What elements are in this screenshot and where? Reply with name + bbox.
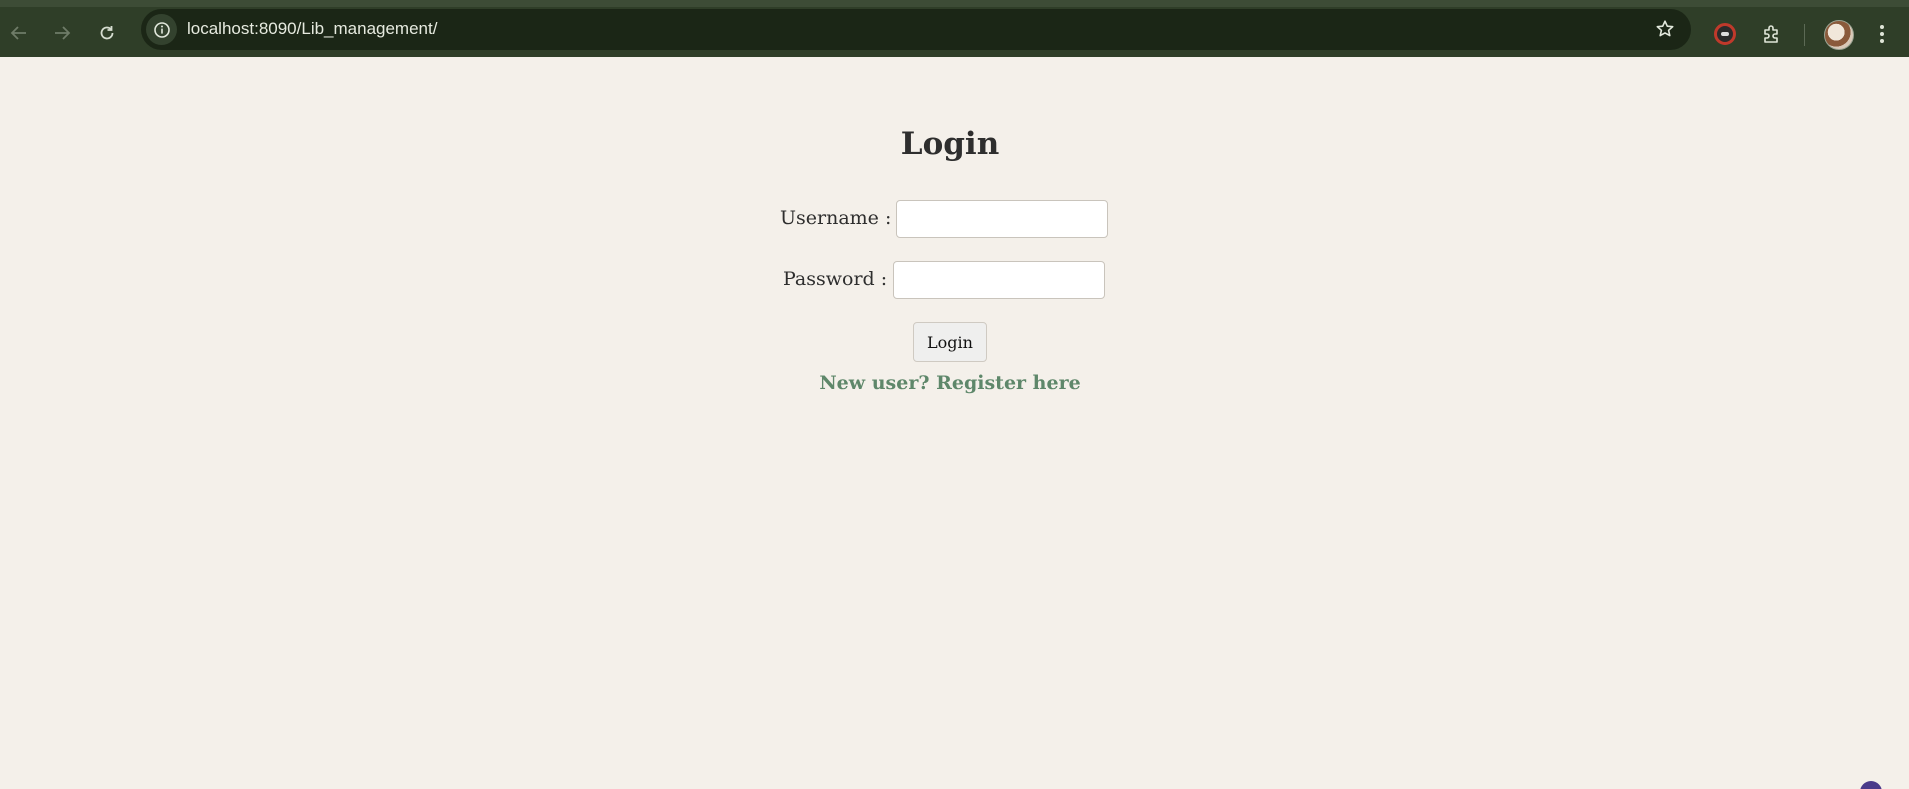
register-link-container: New user? Register here (0, 372, 1900, 394)
site-info-button[interactable] (146, 14, 177, 45)
browser-toolbar: localhost:8090/Lib_management/ (0, 0, 1909, 57)
kebab-menu-icon (1880, 25, 1884, 29)
reload-icon (100, 26, 114, 40)
address-bar[interactable]: localhost:8090/Lib_management/ (141, 9, 1691, 50)
arrow-right-icon (55, 26, 71, 40)
browser-menu-button[interactable] (1870, 20, 1894, 48)
password-label: Password : (783, 268, 888, 290)
extension-icon[interactable] (1714, 23, 1736, 45)
forward-button[interactable] (45, 16, 79, 50)
info-icon (153, 21, 170, 38)
arrow-left-icon (10, 26, 26, 40)
register-link[interactable]: New user? Register here (819, 372, 1080, 394)
extensions-button[interactable] (1758, 20, 1786, 48)
toolbar-divider (1804, 24, 1805, 46)
back-button[interactable] (2, 16, 36, 50)
puzzle-icon (1764, 25, 1778, 43)
page-title: Login (900, 126, 1000, 162)
username-label: Username : (780, 207, 892, 229)
kebab-dot (1880, 39, 1884, 43)
password-input[interactable] (893, 261, 1105, 299)
corner-badge (1860, 781, 1882, 789)
reload-button[interactable] (90, 16, 124, 50)
kebab-dot (1880, 32, 1884, 36)
profile-avatar[interactable] (1824, 20, 1854, 50)
url-text[interactable]: localhost:8090/Lib_management/ (187, 19, 437, 39)
bookmark-button[interactable] (1653, 17, 1677, 41)
star-icon (1656, 20, 1674, 37)
login-button[interactable]: Login (913, 322, 987, 362)
username-input[interactable] (896, 200, 1108, 238)
